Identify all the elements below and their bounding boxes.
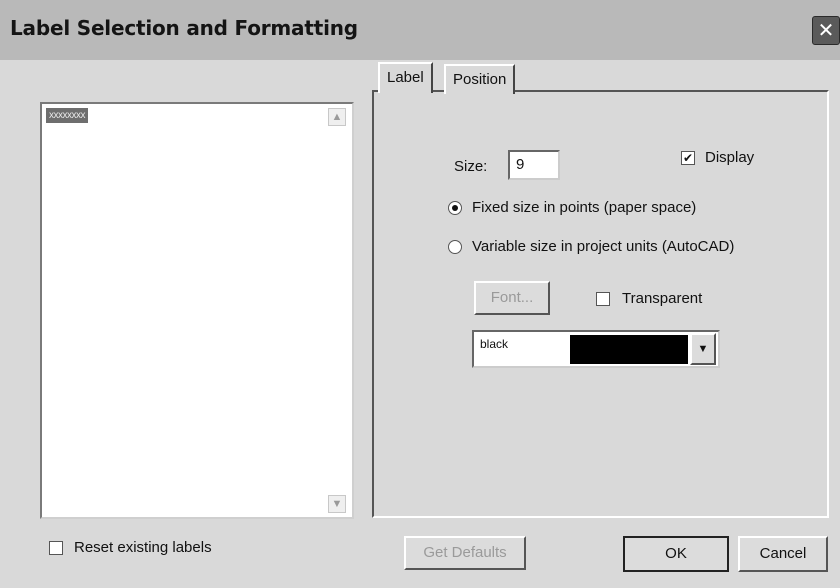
scroll-down-button[interactable]: ▼ xyxy=(328,495,346,513)
close-button[interactable]: ✕ xyxy=(812,16,840,45)
chevron-down-icon: ▼ xyxy=(331,498,343,510)
tab-label[interactable]: Label xyxy=(378,62,433,93)
font-button[interactable]: Font... xyxy=(474,281,550,315)
transparent-label: Transparent xyxy=(622,290,703,307)
display-checkbox[interactable]: ✔ xyxy=(681,151,695,165)
chevron-down-icon: ▼ xyxy=(697,343,709,355)
checkmark-icon: ✔ xyxy=(682,151,694,165)
size-label: Size: xyxy=(454,158,488,175)
dropdown-button[interactable]: ▼ xyxy=(690,333,716,365)
get-defaults-button[interactable]: Get Defaults xyxy=(404,536,526,570)
fixed-size-label: Fixed size in points (paper space) xyxy=(472,199,697,216)
window-title: Label Selection and Formatting xyxy=(10,16,358,40)
color-select[interactable]: black ▼ xyxy=(472,330,720,368)
scroll-up-button[interactable]: ▲ xyxy=(328,108,346,126)
tab-position[interactable]: Position xyxy=(444,64,516,94)
display-label: Display xyxy=(705,149,755,166)
reset-labels-checkbox[interactable] xyxy=(49,541,63,555)
size-input[interactable]: 9 xyxy=(508,150,560,180)
fixed-size-radio[interactable] xyxy=(448,201,462,215)
color-swatch xyxy=(570,335,688,364)
ok-button[interactable]: OK xyxy=(623,536,729,572)
color-name: black xyxy=(480,337,509,351)
close-icon: ✕ xyxy=(817,18,835,42)
transparent-checkbox[interactable] xyxy=(596,292,610,306)
title-bar: Label Selection and Formatting ✕ xyxy=(0,0,840,60)
list-item[interactable]: xxxxxxxx xyxy=(46,108,88,123)
cancel-button[interactable]: Cancel xyxy=(738,536,828,572)
variable-size-label: Variable size in project units (AutoCAD) xyxy=(472,238,735,255)
reset-labels-label: Reset existing labels xyxy=(74,539,212,556)
label-listbox[interactable]: xxxxxxxx ▲ ▼ xyxy=(40,102,354,519)
variable-size-radio[interactable] xyxy=(448,240,462,254)
chevron-up-icon: ▲ xyxy=(331,111,343,123)
